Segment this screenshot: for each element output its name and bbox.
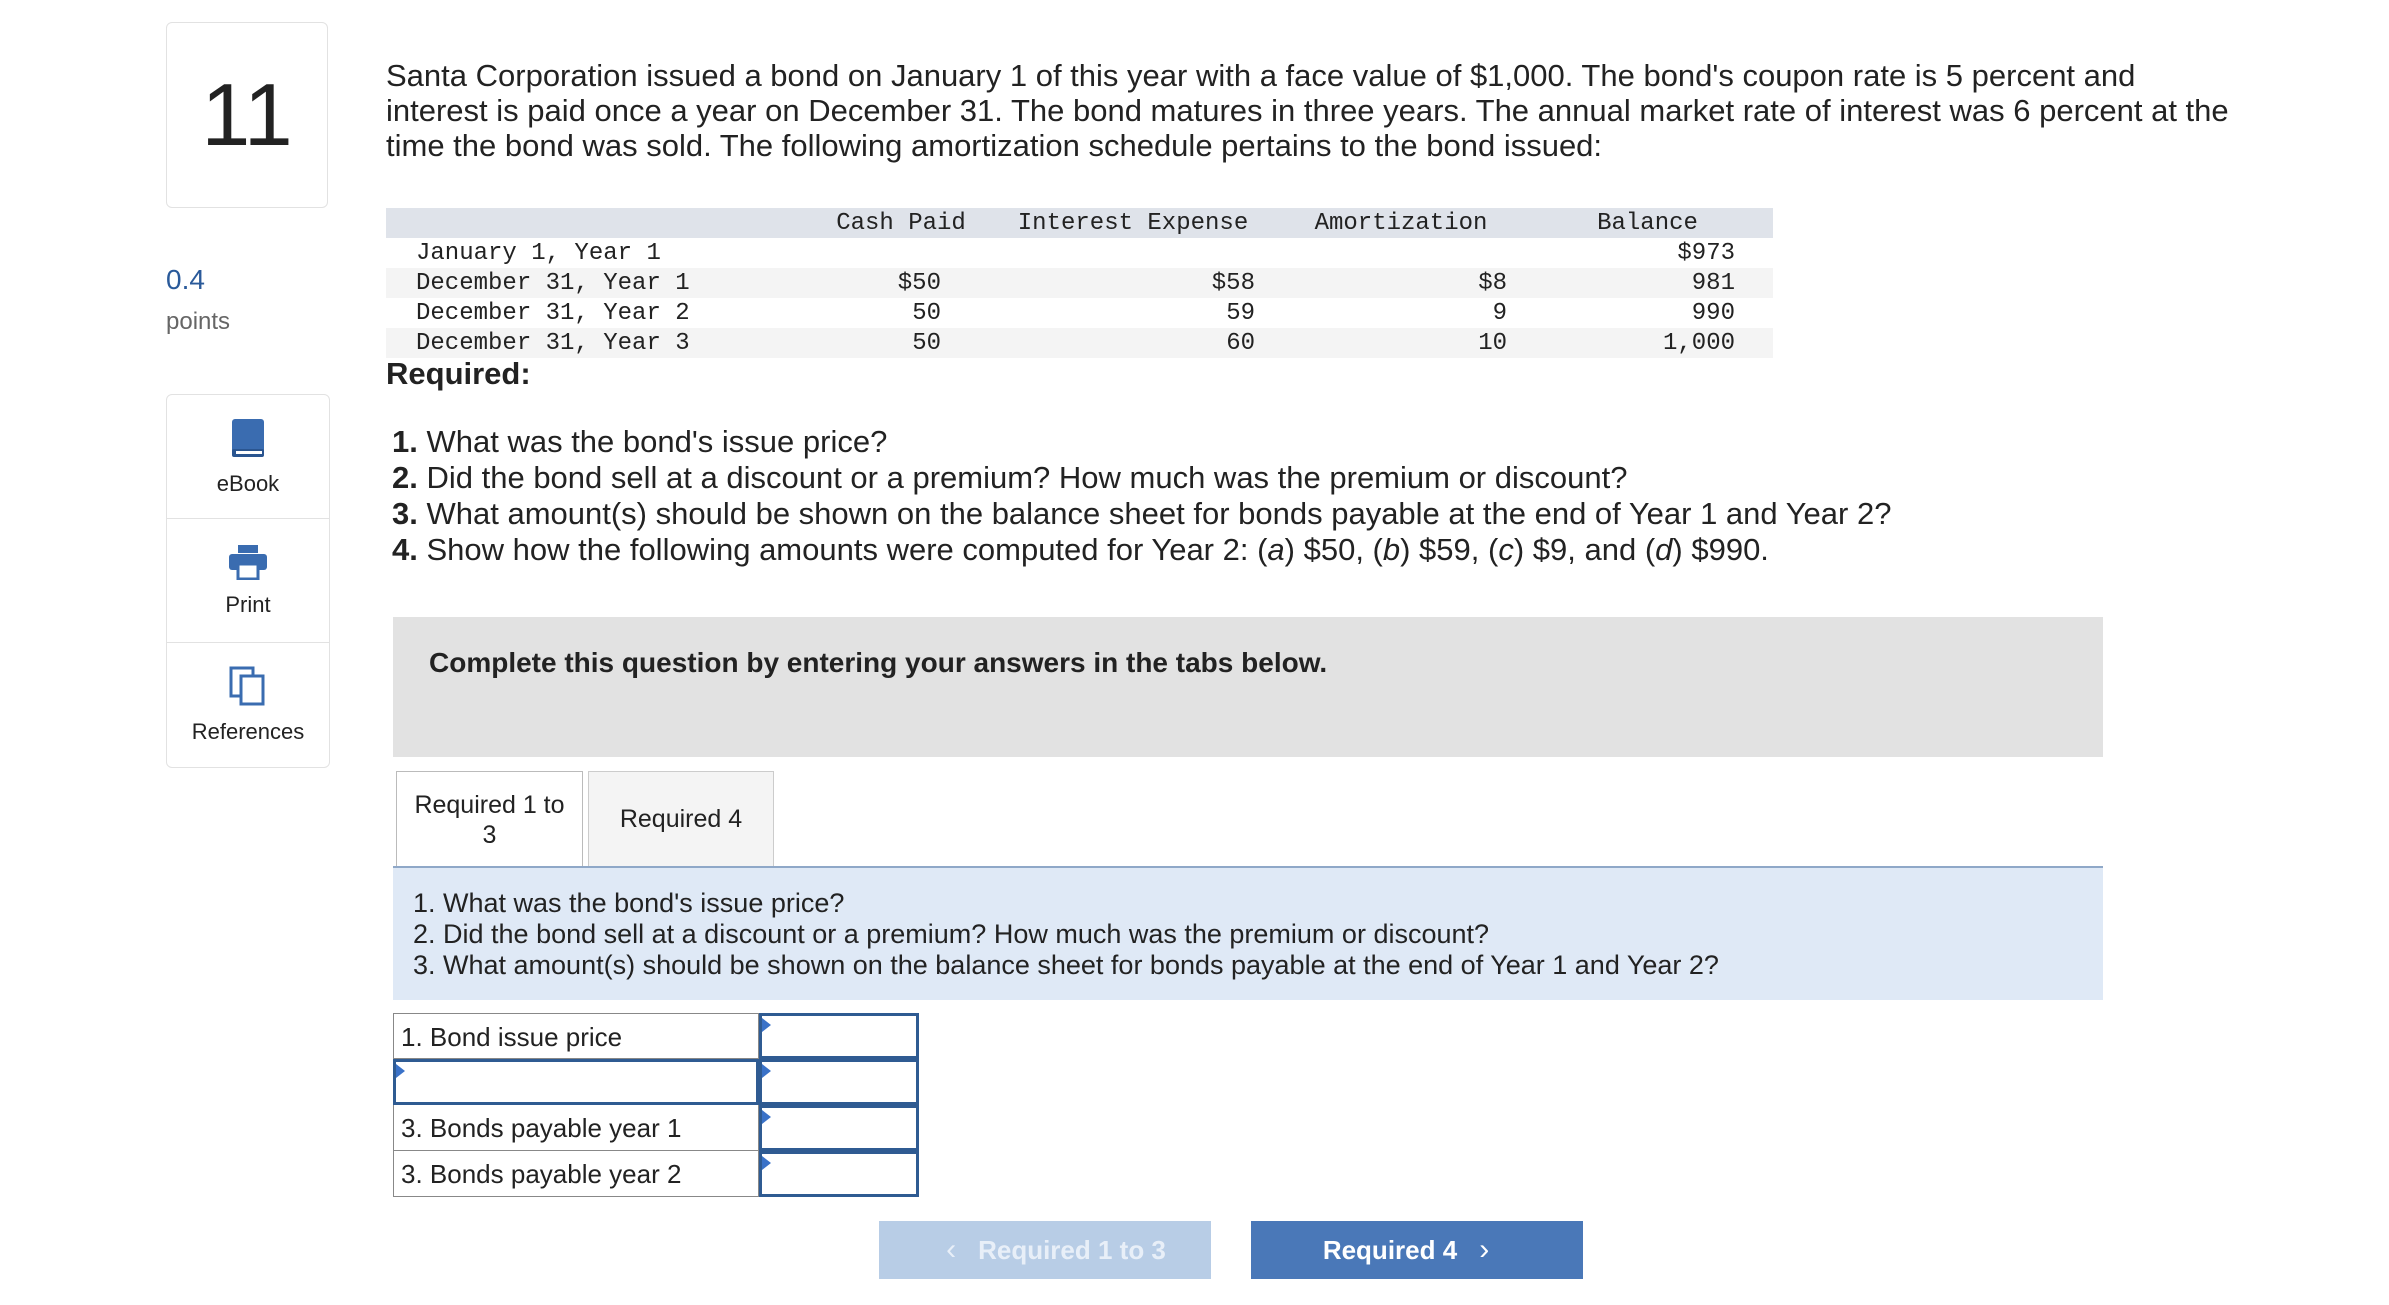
schedule-cell: $58 — [1211, 269, 1255, 297]
print-button[interactable]: Print — [167, 519, 329, 643]
schedule-cell: 50 — [912, 329, 941, 357]
answer-row-bonds-payable-year-2: 3. Bonds payable year 2 — [393, 1151, 919, 1197]
print-label: Print — [225, 591, 271, 617]
schedule-cell: $50 — [897, 269, 941, 297]
intro-line-2: interest is paid once a year on December… — [386, 93, 2229, 128]
instruction-line: 2. Did the bond sell at a discount or a … — [413, 919, 1490, 949]
tab-label-line-1: Required 1 to — [414, 790, 565, 819]
schedule-cell — [1280, 238, 1522, 268]
schedule-cell: 990 — [1691, 299, 1735, 327]
question-number: 11 — [166, 22, 328, 208]
printer-icon — [229, 544, 267, 580]
schedule-cell: December 31, Year 2 — [416, 299, 690, 327]
answer-row-bonds-payable-year-1: 3. Bonds payable year 1 — [393, 1105, 919, 1151]
schedule-cell: $973 — [1677, 239, 1735, 267]
schedule-header: Interest Expense — [1017, 209, 1249, 237]
schedule-header: Balance — [1597, 209, 1698, 237]
schedule-cell: 9 — [1492, 299, 1507, 327]
answer-row-discount-premium — [393, 1059, 919, 1105]
copy-documents-icon — [229, 666, 265, 706]
question-intro: Santa Corporation issued a bond on Janua… — [386, 58, 2286, 163]
tab-required-4[interactable]: Required 4 — [588, 771, 774, 867]
bond-issue-price-input[interactable] — [759, 1013, 919, 1059]
schedule-row: December 31, Year 2 50 59 9 990 — [386, 298, 1773, 328]
input-marker-icon — [762, 1156, 771, 1170]
intro-line-3: time the bond was sold. The following am… — [386, 128, 1603, 163]
schedule-row: December 31, Year 1 $50 $58 $8 981 — [386, 268, 1773, 298]
answer-label: 1. Bond issue price — [393, 1013, 759, 1059]
discount-premium-amount-input[interactable] — [759, 1059, 919, 1105]
bonds-payable-year-2-input[interactable] — [759, 1151, 919, 1197]
answer-table: 1. Bond issue price 3. Bonds payable yea… — [393, 1013, 919, 1197]
ebook-button[interactable]: eBook — [167, 395, 329, 519]
tab-instructions: 1. What was the bond's issue price? 2. D… — [393, 868, 2103, 1000]
schedule-header-row: Cash Paid Interest Expense Amortization … — [386, 208, 1773, 238]
schedule-row: December 31, Year 3 50 60 10 1,000 — [386, 328, 1773, 358]
input-marker-icon — [762, 1018, 771, 1032]
schedule-cell: 59 — [1226, 299, 1255, 327]
question-2: 2. Did the bond sell at a discount or a … — [392, 460, 1628, 495]
required-questions: 1. What was the bond's issue price? 2. D… — [392, 424, 1891, 568]
bonds-payable-year-1-input[interactable] — [759, 1105, 919, 1151]
schedule-cell — [816, 238, 986, 268]
points-value: 0.4 — [166, 264, 205, 295]
instruction-line: 1. What was the bond's issue price? — [413, 888, 845, 918]
answer-label: 3. Bonds payable year 2 — [393, 1151, 759, 1197]
instruction-line: 3. What amount(s) should be shown on the… — [413, 950, 1719, 980]
input-marker-icon — [762, 1110, 771, 1124]
instruction-banner: Complete this question by entering your … — [393, 617, 2103, 757]
question-1: 1. What was the bond's issue price? — [392, 424, 888, 459]
schedule-cell: 60 — [1226, 329, 1255, 357]
schedule-cell: 1,000 — [1662, 329, 1735, 357]
schedule-cell: 10 — [1478, 329, 1507, 357]
prev-tab-label: Required 1 to 3 — [978, 1234, 1166, 1265]
question-4: 4. Show how the following amounts were c… — [392, 532, 1769, 567]
references-label: References — [191, 719, 305, 744]
schedule-cell: January 1, Year 1 — [416, 239, 661, 267]
schedule-cell: 50 — [912, 299, 941, 327]
schedule-row: January 1, Year 1 $973 — [386, 238, 1773, 268]
tools-panel: eBook Print References — [166, 394, 330, 768]
discount-premium-select[interactable] — [393, 1059, 759, 1105]
tab-required-1-to-3[interactable]: Required 1 to 3 — [396, 771, 583, 867]
answer-label: 3. Bonds payable year 1 — [393, 1105, 759, 1151]
points-label: points — [166, 308, 231, 335]
schedule-header — [386, 208, 816, 238]
tab-label-line-2: 3 — [482, 820, 497, 849]
book-icon — [232, 418, 264, 457]
schedule-cell: 981 — [1691, 269, 1735, 297]
schedule-header: Cash Paid — [836, 209, 966, 237]
references-button[interactable]: References — [167, 643, 329, 767]
intro-line-1: Santa Corporation issued a bond on Janua… — [386, 58, 2136, 93]
answer-row-bond-issue-price: 1. Bond issue price — [393, 1013, 919, 1059]
schedule-cell: December 31, Year 3 — [416, 329, 690, 357]
required-heading: Required: — [386, 356, 531, 391]
question-3: 3. What amount(s) should be shown on the… — [392, 496, 1892, 531]
next-tab-label: Required 4 — [1322, 1234, 1458, 1265]
chevron-left-icon: ‹ — [946, 1233, 957, 1266]
schedule-header: Amortization — [1314, 209, 1488, 237]
schedule-cell — [986, 238, 1280, 268]
chevron-right-icon: › — [1479, 1233, 1490, 1266]
schedule-cell: $8 — [1478, 269, 1507, 297]
input-marker-icon — [396, 1064, 405, 1078]
next-tab-button[interactable]: Required 4 › — [1251, 1221, 1583, 1279]
prev-tab-button[interactable]: ‹ Required 1 to 3 — [879, 1221, 1211, 1279]
amortization-schedule: Cash Paid Interest Expense Amortization … — [386, 208, 1773, 358]
points-panel: 0.4 points — [166, 264, 230, 336]
input-marker-icon — [762, 1064, 771, 1078]
schedule-cell: December 31, Year 1 — [416, 269, 690, 297]
ebook-label: eBook — [216, 470, 280, 496]
